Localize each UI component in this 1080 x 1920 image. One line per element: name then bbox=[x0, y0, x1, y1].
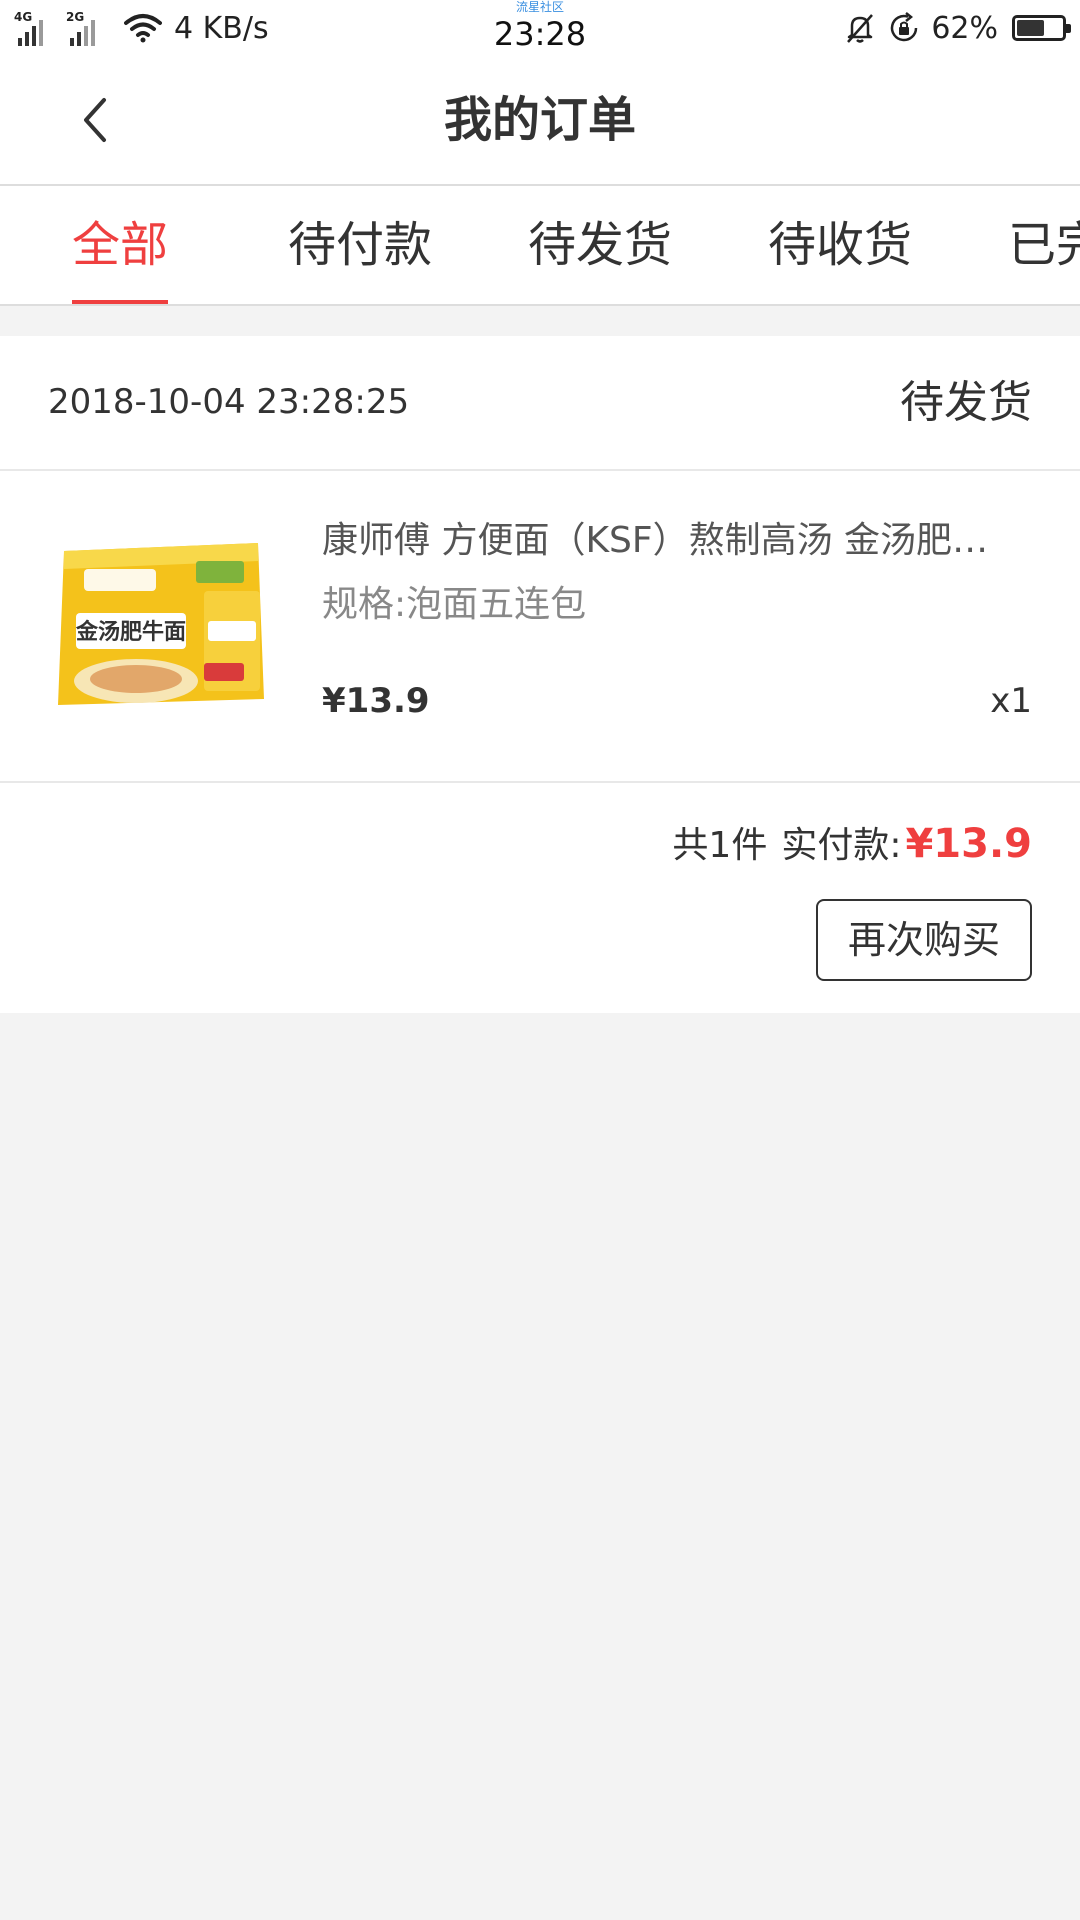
tab-active-indicator bbox=[72, 300, 169, 304]
tab-completed[interactable]: 已完成 bbox=[1008, 186, 1080, 304]
product-quantity: x1 bbox=[990, 681, 1032, 721]
tab-pending-shipment[interactable]: 待发货 bbox=[528, 186, 672, 304]
status-bar-right: 62% bbox=[843, 6, 1071, 50]
mute-icon bbox=[847, 14, 874, 43]
order-card[interactable]: 2018-10-04 23:28:25 待发货 金汤肥牛面 康师傅 方便面（KS… bbox=[0, 336, 1080, 1013]
paid-amount: ¥13.9 bbox=[905, 821, 1032, 867]
tab-label: 待付款 bbox=[288, 217, 433, 273]
tab-pending-payment[interactable]: 待付款 bbox=[288, 186, 432, 304]
order-header: 2018-10-04 23:28:25 待发货 bbox=[0, 336, 1080, 471]
battery-percent: 62% bbox=[931, 10, 998, 46]
tab-pending-receipt[interactable]: 待收货 bbox=[768, 186, 912, 304]
order-status: 待发货 bbox=[900, 377, 1032, 428]
nav-bar: 我的订单 bbox=[0, 56, 1080, 186]
battery-icon bbox=[1012, 15, 1071, 41]
order-summary: 共1件 实付款: ¥13.9 bbox=[672, 816, 1032, 868]
product-title: 康师傅 方便面（KSF）熬制高汤 金汤肥牛面 bbox=[322, 520, 1012, 561]
tab-all[interactable]: 全部 bbox=[72, 186, 169, 304]
order-item[interactable]: 金汤肥牛面 康师傅 方便面（KSF）熬制高汤 金汤肥牛面 规格:泡面五连包 ¥1… bbox=[0, 471, 1080, 783]
product-image-text: 金汤肥牛面 bbox=[75, 619, 186, 645]
page-title: 我的订单 bbox=[443, 92, 636, 148]
tab-label: 全部 bbox=[72, 217, 169, 273]
tab-label: 已完成 bbox=[1008, 217, 1080, 273]
product-price: ¥13.9 bbox=[322, 681, 430, 721]
product-spec: 规格:泡面五连包 bbox=[322, 584, 587, 625]
product-image: 金汤肥牛面 bbox=[46, 521, 276, 721]
paid-label: 实付款: bbox=[781, 825, 902, 866]
rotation-lock-icon bbox=[891, 12, 918, 42]
order-tabs: 全部 待付款 待发货 待收货 已完成 bbox=[0, 186, 1080, 306]
buy-again-button[interactable]: 再次购买 bbox=[816, 899, 1032, 981]
status-bar: 4G 2G 4 KB/s 流星社区 23:28 62% bbox=[0, 0, 1080, 56]
tab-label: 待收货 bbox=[768, 217, 913, 273]
item-count: 共1件 bbox=[672, 825, 768, 866]
tab-label: 待发货 bbox=[528, 217, 673, 273]
order-time: 2018-10-04 23:28:25 bbox=[48, 382, 410, 422]
